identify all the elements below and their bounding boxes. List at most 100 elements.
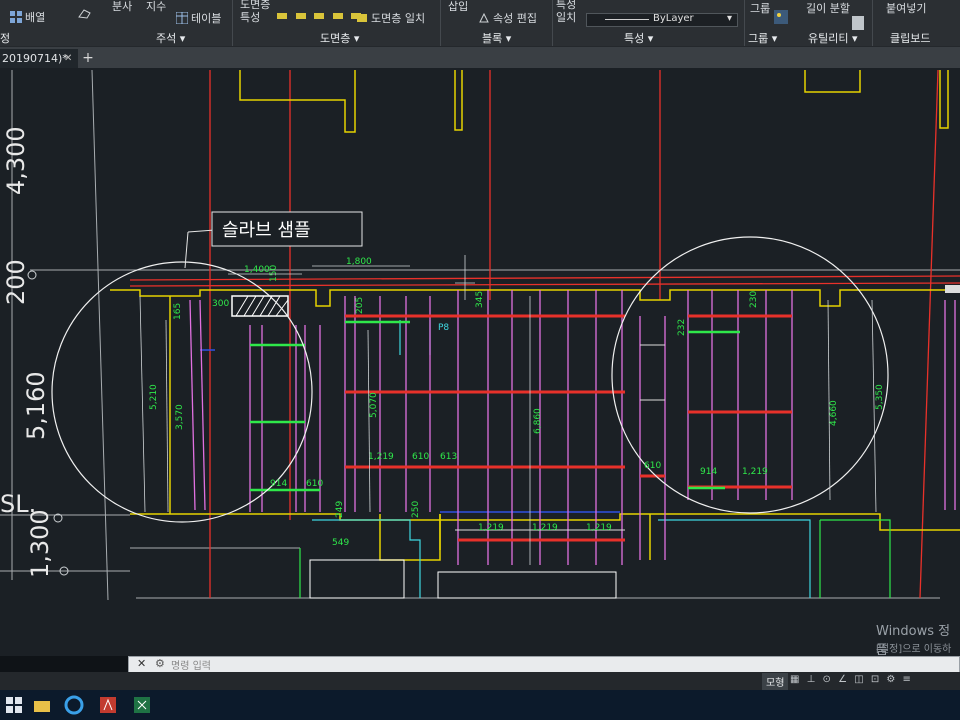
white-crossbars xyxy=(455,344,665,531)
layer-match-button[interactable]: 도면층 일치 xyxy=(356,10,425,26)
linetype-dropdown[interactable]: ByLayer ▾ xyxy=(586,13,738,27)
dim-text: 610 xyxy=(644,461,661,471)
chevron-down-icon: ▾ xyxy=(727,13,733,24)
dim-text: 6,860 xyxy=(533,408,543,434)
left-dimension-labels: 4,300 200 5,160 SL. 1,300 xyxy=(0,126,54,578)
group-label-clipboard: 클립보드 xyxy=(890,32,931,45)
eraser-icon xyxy=(78,7,91,19)
blue-beams xyxy=(200,349,620,513)
dim-text: 3,570 xyxy=(175,404,185,430)
document-tab-bar: 20190714)* ✕ + xyxy=(0,46,960,69)
layer-properties-label: 도면층 특성 xyxy=(240,0,271,24)
paste-label: 붙여넣기 xyxy=(886,2,927,15)
dim-4300: 4,300 xyxy=(2,126,30,195)
scale-label: 지수 xyxy=(146,0,167,13)
document-tab[interactable]: 20190714)* ✕ xyxy=(0,49,78,69)
dim-text: 230 xyxy=(749,291,759,308)
cad-drawing[interactable]: 슬라브 샘플 4,300 200 5,160 SL. 1,300 1,400 1… xyxy=(0,68,960,656)
dim-text: 1,219 xyxy=(478,523,504,533)
dim-text: 5,070 xyxy=(369,392,379,418)
dim-text: 5,210 xyxy=(149,384,159,410)
insert-button[interactable]: 삽입 xyxy=(448,0,468,14)
dim-200: 200 xyxy=(2,259,30,305)
group-button[interactable]: 그룹 xyxy=(750,0,770,16)
group-label-layers[interactable]: 도면층 ▾ xyxy=(320,30,359,46)
windows-start-icon[interactable] xyxy=(4,695,24,715)
grid-icon xyxy=(10,11,22,23)
close-icon[interactable]: ✕ xyxy=(137,657,146,670)
white-outline xyxy=(309,559,617,599)
linetype-value: ByLayer xyxy=(653,13,694,24)
split-label: 분사 xyxy=(112,0,133,13)
arrange-label: 배열 xyxy=(25,11,46,24)
dim-text: 150 xyxy=(269,265,279,282)
arrange-button[interactable]: 배열 xyxy=(10,9,45,25)
status-tools[interactable]: ▦ ⊥ ⊙ ∠ ◫ ⊡ ⚙ ≡ xyxy=(790,674,913,685)
insert-label: 삽입 xyxy=(448,0,469,13)
group-label-properties[interactable]: 특성 ▾ xyxy=(624,30,653,46)
dim-text: 610 xyxy=(306,479,323,489)
group-label-annotation[interactable]: 주석 ▾ xyxy=(156,30,185,46)
dim-text: 345 xyxy=(475,291,485,308)
drawing-canvas[interactable]: 슬라브 샘플 4,300 200 5,160 SL. 1,300 1,400 1… xyxy=(0,68,960,656)
dimension-texts: 1,400 1,800 150 300 165 5,210 3,570 205 … xyxy=(149,257,885,548)
new-tab-button[interactable]: + xyxy=(80,50,96,66)
dim-5160: 5,160 xyxy=(22,371,50,440)
dim-text: 610 xyxy=(412,452,429,462)
shoring-posts xyxy=(189,290,956,565)
match-properties-button[interactable]: 특성 일치 xyxy=(556,0,580,24)
measure-button[interactable]: 길이 분할 xyxy=(806,0,850,16)
wrench-icon[interactable]: ⚙ xyxy=(155,657,165,670)
callout-label: 슬라브 샘플 xyxy=(222,220,311,241)
attribute-icon xyxy=(478,12,490,24)
dim-text: 914 xyxy=(270,479,287,489)
ribbon-divider xyxy=(440,0,441,46)
status-bar: 모형 ▦ ⊥ ⊙ ∠ ◫ ⊡ ⚙ ≡ xyxy=(0,672,960,690)
dim-text: 165 xyxy=(173,303,183,320)
edit-attribute-button[interactable]: 속성 편집 xyxy=(478,10,537,26)
group-label-modify: 정 xyxy=(0,32,11,45)
measure-label: 길이 분할 xyxy=(806,2,850,15)
match-properties-label: 특성 일치 xyxy=(556,0,577,24)
erase-tool[interactable] xyxy=(78,7,93,20)
taskbar xyxy=(0,690,960,720)
dim-text: 300 xyxy=(212,299,229,309)
paste-button[interactable]: 붙여넣기 xyxy=(886,0,926,16)
group-label-groups[interactable]: 그룹 ▾ xyxy=(748,30,777,46)
layer-match-icon xyxy=(356,12,368,24)
red-grid-lines xyxy=(129,69,960,599)
group-label-block[interactable]: 블록 ▾ xyxy=(482,30,511,46)
green-braces xyxy=(250,320,740,492)
autocad-icon[interactable] xyxy=(98,695,118,715)
split-button[interactable]: 분사 xyxy=(112,0,132,14)
layer-properties-button[interactable]: 도면층 특성 xyxy=(240,0,270,24)
layer-tools-icons[interactable] xyxy=(276,10,365,23)
ribbon: 배열 분사 지수 테이블 도면층 특성 도면층 일치 삽입 속성 편집 특성 일… xyxy=(0,0,960,46)
scale-button[interactable]: 지수 xyxy=(146,0,166,14)
calculator-button[interactable] xyxy=(852,16,867,31)
dim-text: P8 xyxy=(438,323,449,333)
layer-icon xyxy=(276,10,288,22)
dim-text: 914 xyxy=(700,467,717,477)
browser-icon[interactable] xyxy=(64,695,84,715)
group-icon-button[interactable] xyxy=(774,10,789,25)
dim-text: 613 xyxy=(440,452,457,462)
dim-text: 549 xyxy=(332,538,349,548)
close-icon[interactable]: ✕ xyxy=(64,49,72,69)
layer-icon xyxy=(313,10,325,22)
dim-text: 232 xyxy=(677,319,687,336)
table-button[interactable]: 테이블 xyxy=(175,10,221,26)
ribbon-divider xyxy=(872,0,873,46)
document-tab-label: 20190714)* xyxy=(2,52,68,65)
model-tab[interactable]: 모형 xyxy=(762,673,789,690)
spreadsheet-icon[interactable] xyxy=(132,695,152,715)
dim-text: 1,400 xyxy=(244,265,270,275)
layer-icon xyxy=(295,10,307,22)
group-label-utilities[interactable]: 유틸리티 ▾ xyxy=(808,30,858,46)
table-icon xyxy=(175,11,189,25)
dim-text: 1,219 xyxy=(532,523,558,533)
command-input[interactable]: 명령 입력 xyxy=(171,657,211,672)
folder-icon[interactable] xyxy=(32,695,52,715)
calculator-icon xyxy=(852,16,864,30)
group-label: 그룹 xyxy=(750,2,771,15)
